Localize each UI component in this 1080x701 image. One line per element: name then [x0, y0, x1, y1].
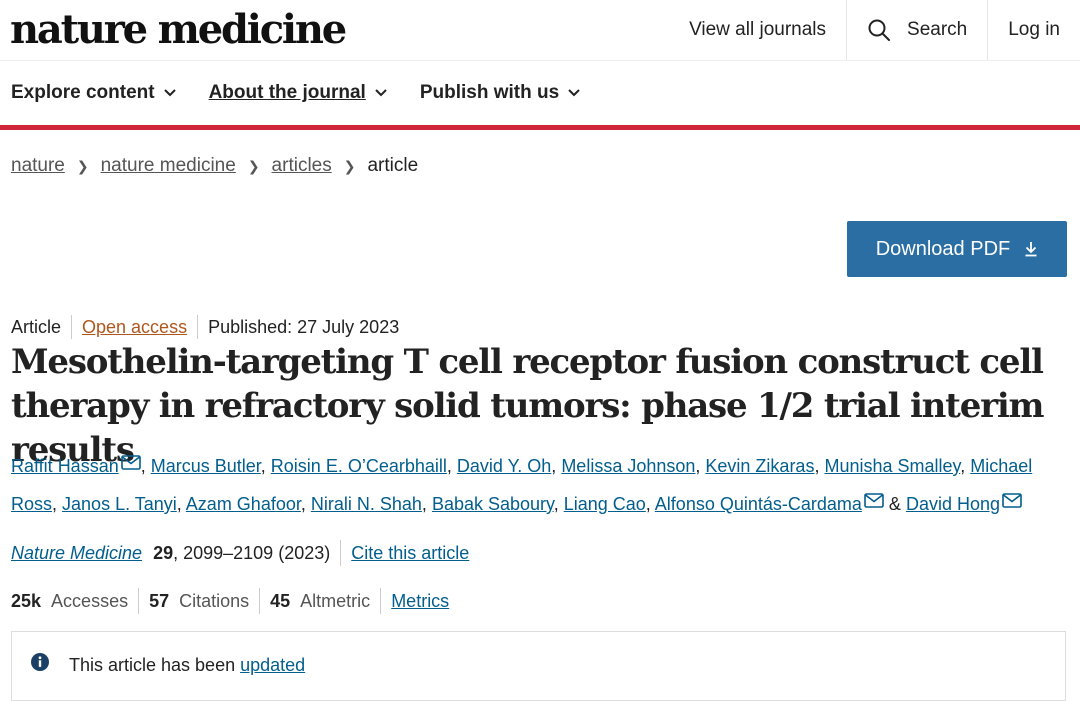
- update-notice: This article has been updated: [11, 631, 1066, 701]
- nav-about-label: About the journal: [208, 82, 366, 103]
- info-icon: [31, 653, 49, 671]
- breadcrumb-articles[interactable]: articles: [272, 155, 332, 177]
- volume: 29: [153, 542, 174, 563]
- open-access-link[interactable]: Open access: [82, 317, 187, 338]
- author-link[interactable]: Liang Cao: [564, 494, 646, 514]
- pages-year: , 2099–2109 (2023): [173, 542, 331, 563]
- author-link[interactable]: Kevin Zikaras: [705, 456, 814, 476]
- author-link[interactable]: Marcus Butler: [151, 456, 261, 476]
- citations-count: 57: [149, 590, 170, 611]
- divider: [197, 315, 199, 339]
- mail-icon[interactable]: [120, 455, 141, 470]
- citation-line: Nature Medicine 29 , 2099–2109 (2023) Ci…: [11, 540, 469, 566]
- nav-explore-label: Explore content: [11, 82, 155, 103]
- chevron-down-icon: [568, 89, 580, 97]
- breadcrumb-current: article: [367, 155, 419, 176]
- author-link[interactable]: Babak Saboury: [432, 494, 554, 514]
- metrics-link[interactable]: Metrics: [391, 591, 449, 612]
- article-meta: Article Open access Published: 27 July 2…: [11, 315, 399, 339]
- accesses-label: Accesses: [51, 590, 129, 611]
- view-all-journals-link[interactable]: View all journals: [669, 0, 846, 60]
- author-link[interactable]: Janos L. Tanyi: [62, 494, 177, 514]
- chevron-right-icon: ❯: [76, 157, 89, 174]
- mail-icon[interactable]: [1002, 493, 1022, 508]
- author-link[interactable]: Melissa Johnson: [561, 456, 695, 476]
- published-date: Published: 27 July 2023: [208, 316, 400, 337]
- updated-link[interactable]: updated: [240, 655, 305, 675]
- nav-explore-content[interactable]: Explore content: [11, 82, 177, 104]
- search-button[interactable]: Search: [846, 0, 987, 60]
- header-links: View all journals Search Log in: [669, 0, 1080, 60]
- main-nav: Explore content About the journal Publis…: [0, 60, 1080, 126]
- altmetric-label: Altmetric: [300, 590, 371, 611]
- article-metrics: 25k Accesses 57 Citations 45 Altmetric M…: [11, 588, 449, 614]
- authors-ampersand: &: [888, 494, 901, 514]
- login-link[interactable]: Log in: [987, 0, 1080, 60]
- download-icon: [1025, 242, 1037, 257]
- journal-logo[interactable]: nature medicine: [10, 6, 347, 54]
- author-link[interactable]: David Hong: [906, 494, 1000, 514]
- nav-publish-label: Publish with us: [419, 82, 560, 103]
- journal-link[interactable]: Nature Medicine: [11, 543, 142, 564]
- chevron-down-icon: [375, 89, 387, 97]
- accent-divider: [0, 125, 1080, 130]
- notice-text: This article has been updated: [69, 655, 305, 676]
- mail-icon[interactable]: [864, 493, 884, 508]
- site-header: nature medicine View all journals Search…: [0, 0, 1080, 61]
- author-link[interactable]: Alfonso Quintás-Cardama: [655, 494, 862, 514]
- author-link[interactable]: Nirali N. Shah: [311, 494, 422, 514]
- author-link[interactable]: Roisin E. O’Cearbhaill: [271, 456, 447, 476]
- divider: [380, 588, 382, 614]
- author-link[interactable]: Munisha Smalley: [824, 456, 960, 476]
- accesses-count: 25k: [11, 590, 42, 611]
- notice-message: This article has been: [69, 655, 241, 675]
- chevron-down-icon: [163, 89, 176, 97]
- author-list: Raffit Hassan, Marcus Butler, Roisin E. …: [11, 455, 1033, 514]
- breadcrumb-nature-medicine[interactable]: nature medicine: [101, 155, 236, 177]
- nav-publish-with-us[interactable]: Publish with us: [420, 82, 581, 104]
- author-link[interactable]: David Y. Oh: [457, 456, 551, 476]
- breadcrumb: nature ❯ nature medicine ❯ articles ❯ ar…: [11, 155, 418, 177]
- chevron-right-icon: ❯: [247, 157, 260, 174]
- search-icon: [868, 19, 891, 41]
- author-link[interactable]: Azam Ghafoor: [186, 494, 301, 514]
- breadcrumb-nature[interactable]: nature: [11, 155, 65, 177]
- divider: [340, 540, 342, 566]
- chevron-right-icon: ❯: [343, 157, 356, 174]
- divider: [259, 588, 261, 614]
- download-pdf-label: Download PDF: [875, 237, 1011, 260]
- download-pdf-button[interactable]: Download PDF: [847, 221, 1067, 277]
- altmetric-count: 45: [270, 590, 291, 611]
- nav-about-journal[interactable]: About the journal: [209, 82, 388, 104]
- article-type: Article: [11, 316, 62, 337]
- divider: [71, 315, 73, 339]
- divider: [138, 588, 140, 614]
- search-label: Search: [907, 19, 968, 40]
- author-link[interactable]: Raffit Hassan: [11, 456, 119, 476]
- cite-article-link[interactable]: Cite this article: [351, 543, 469, 564]
- citations-label: Citations: [179, 590, 250, 611]
